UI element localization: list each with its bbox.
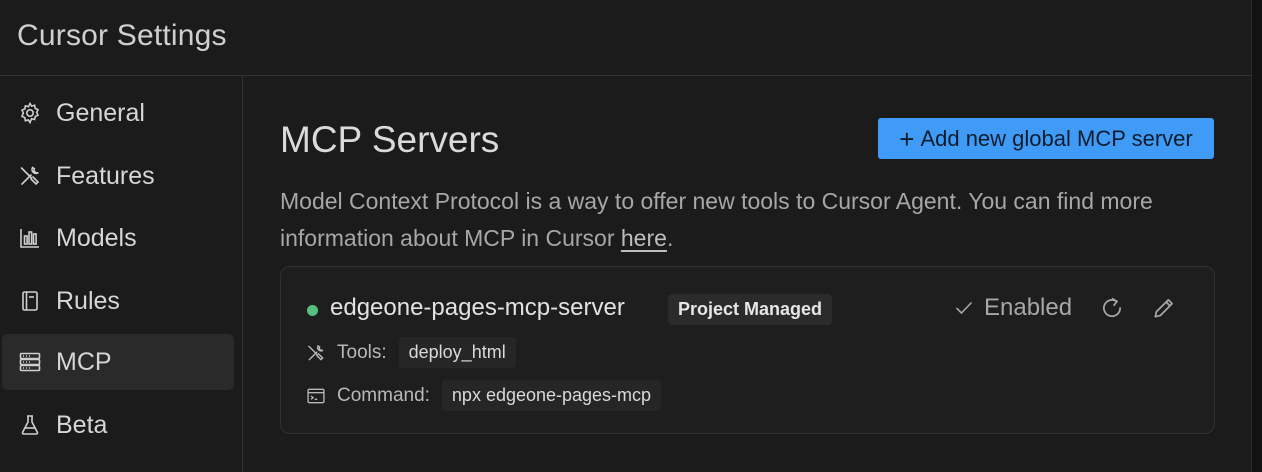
terminal-icon: [305, 385, 327, 407]
here-link[interactable]: here: [621, 225, 667, 251]
add-button-label: Add new global MCP server: [920, 125, 1193, 151]
command-row: Command: npx edgeone-pages-mcp: [305, 380, 662, 411]
window-edge: [1251, 0, 1262, 472]
window-title: Cursor Settings: [17, 19, 227, 52]
sidebar: General Features Models Rules MCP Beta: [0, 76, 243, 472]
command-label: Command:: [337, 384, 430, 406]
page-title: MCP Servers: [280, 119, 500, 160]
add-global-mcp-server-button[interactable]: + Add new global MCP server: [878, 118, 1214, 159]
tools-icon: [17, 163, 43, 189]
tools-row: Tools: deploy_html: [305, 337, 516, 368]
check-icon: [954, 298, 974, 318]
sidebar-item-beta[interactable]: Beta: [2, 397, 234, 453]
description: Model Context Protocol is a way to offer…: [280, 183, 1220, 257]
enabled-toggle[interactable]: Enabled: [954, 294, 1072, 322]
sidebar-item-label: Models: [56, 223, 137, 252]
sidebar-item-label: General: [56, 98, 145, 127]
book-icon: [17, 288, 43, 314]
bar-chart-icon: [17, 225, 43, 251]
edit-pencil-icon[interactable]: [1151, 295, 1177, 321]
sidebar-item-features[interactable]: Features: [2, 148, 234, 204]
sidebar-item-rules[interactable]: Rules: [2, 273, 234, 329]
plus-icon: +: [899, 123, 915, 154]
enabled-label: Enabled: [984, 294, 1073, 321]
settings-window: Cursor Settings General Features Models …: [0, 0, 1251, 472]
description-suffix: .: [666, 225, 674, 251]
main-panel: MCP Servers + Add new global MCP server …: [243, 76, 1251, 472]
sidebar-item-models[interactable]: Models: [2, 210, 234, 266]
tools-label: Tools:: [337, 341, 387, 363]
mcp-server-card: edgeone-pages-mcp-server Project Managed…: [280, 266, 1215, 434]
status-dot-icon: [307, 305, 318, 316]
sidebar-item-label: Features: [56, 161, 155, 190]
project-managed-badge: Project Managed: [668, 294, 833, 325]
flask-icon: [17, 412, 43, 438]
sidebar-item-mcp[interactable]: MCP: [2, 334, 234, 390]
gear-icon: [17, 100, 43, 126]
tools-icon: [305, 342, 327, 364]
sidebar-item-general[interactable]: General: [2, 85, 234, 141]
description-text: Model Context Protocol is a way to offer…: [280, 188, 1153, 251]
sidebar-item-label: Rules: [56, 286, 120, 315]
server-name: edgeone-pages-mcp-server: [330, 294, 625, 321]
refresh-icon[interactable]: [1099, 295, 1125, 321]
tool-chip: deploy_html: [398, 337, 516, 368]
title-bar: Cursor Settings: [0, 0, 1251, 76]
sidebar-item-label: Beta: [56, 410, 108, 439]
sidebar-item-label: MCP: [56, 347, 112, 376]
command-chip: npx edgeone-pages-mcp: [441, 380, 662, 411]
server-icon: [17, 349, 43, 375]
